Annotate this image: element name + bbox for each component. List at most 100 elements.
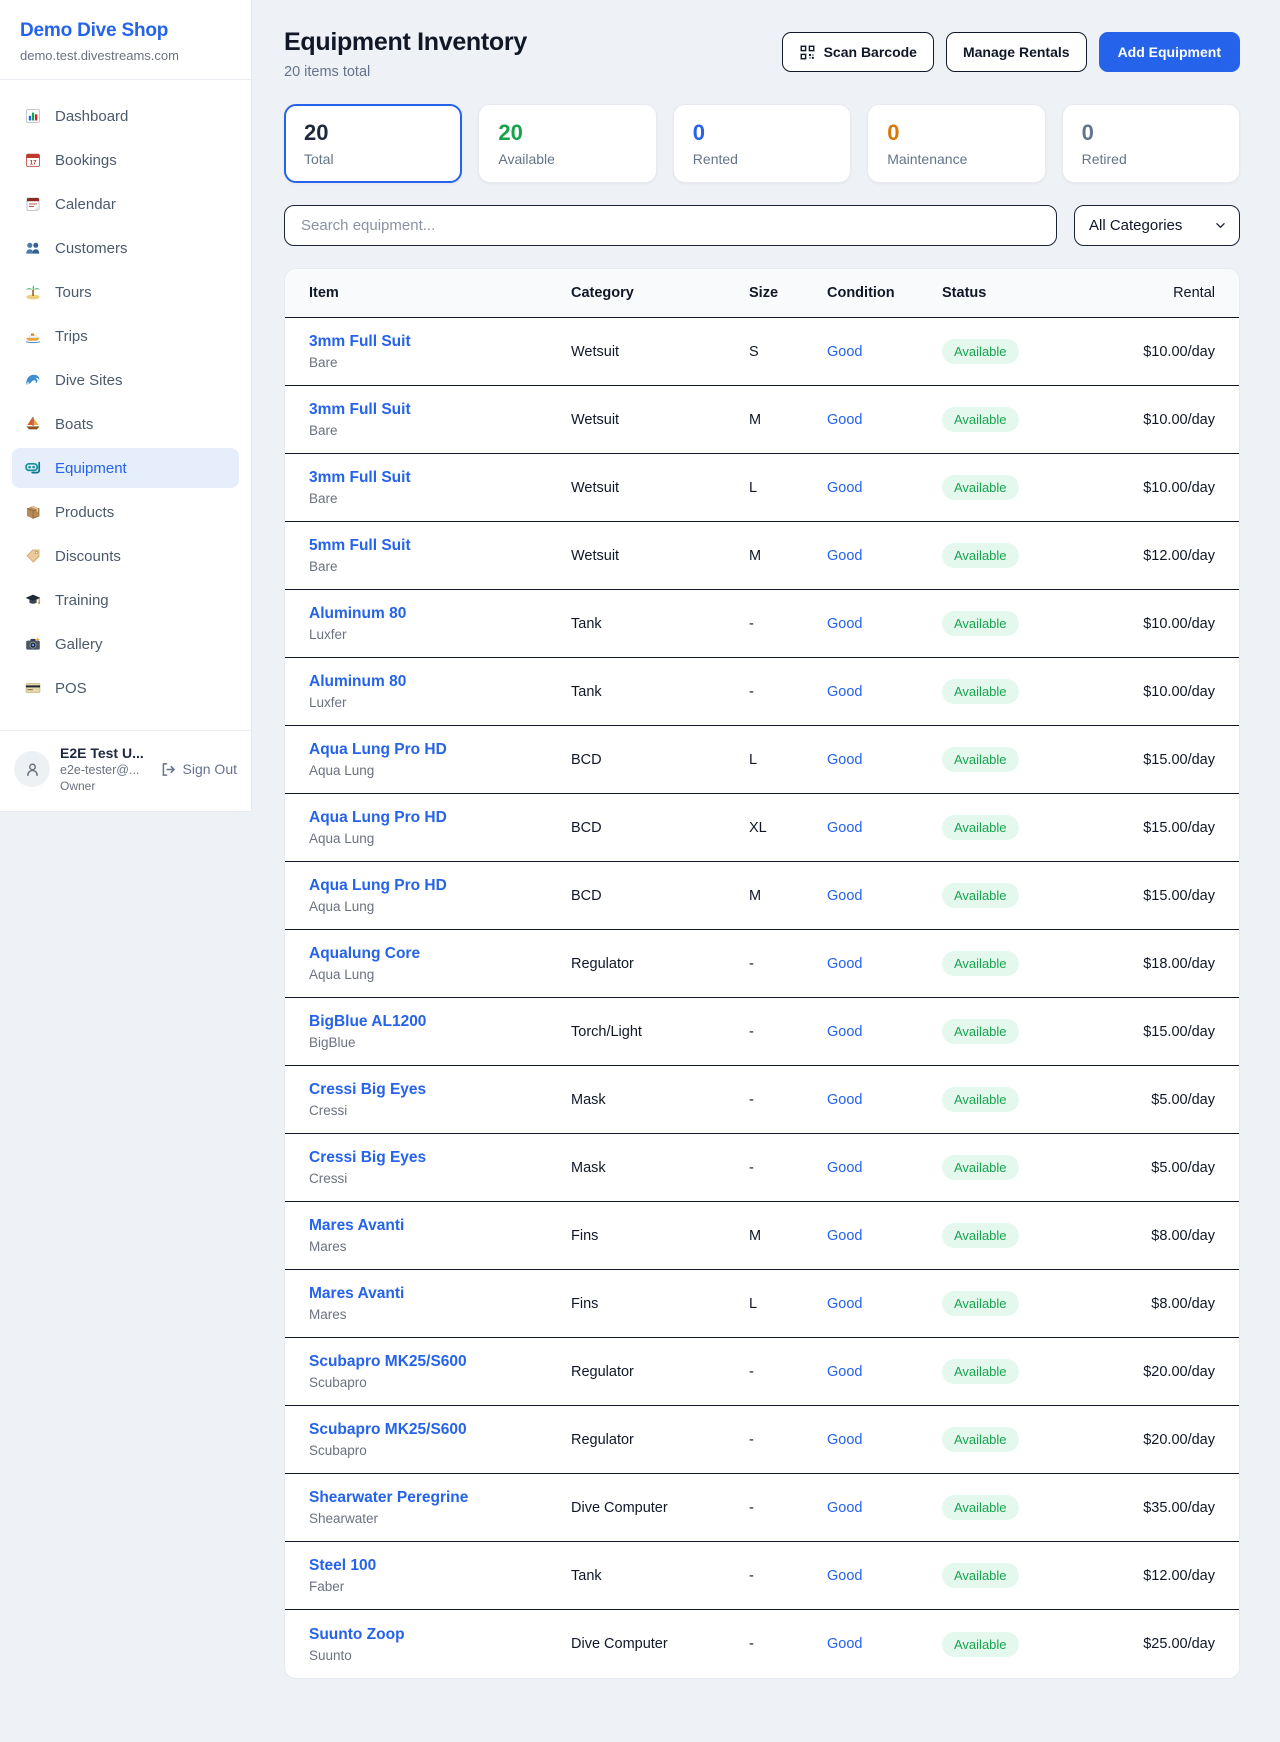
condition-link[interactable]: Good (827, 820, 942, 836)
item-name-link[interactable]: 3mm Full Suit (309, 469, 571, 487)
item-brand: Aqua Lung (309, 899, 571, 914)
item-name-link[interactable]: Scubapro MK25/S600 (309, 1353, 571, 1371)
condition-link[interactable]: Good (827, 548, 942, 564)
manage-rentals-button[interactable]: Manage Rentals (946, 32, 1087, 72)
stat-label: Available (498, 151, 636, 167)
condition-link[interactable]: Good (827, 412, 942, 428)
status-badge: Available (942, 543, 1019, 568)
item-cell: Cressi Big EyesCressi (309, 1081, 571, 1118)
condition-link[interactable]: Good (827, 1228, 942, 1244)
sidebar-item-discounts[interactable]: Discounts (12, 536, 239, 576)
scan-barcode-button[interactable]: Scan Barcode (782, 32, 934, 72)
sidebar-item-calendar[interactable]: Calendar (12, 184, 239, 224)
condition-link[interactable]: Good (827, 1636, 942, 1652)
item-cell: Mares AvantiMares (309, 1217, 571, 1254)
sidebar-item-equipment[interactable]: Equipment (12, 448, 239, 488)
condition-link[interactable]: Good (827, 956, 942, 972)
category-select[interactable]: All Categories (1074, 205, 1240, 246)
item-brand: Luxfer (309, 627, 571, 642)
item-name-link[interactable]: Aqua Lung Pro HD (309, 809, 571, 827)
sidebar-item-customers[interactable]: Customers (12, 228, 239, 268)
item-name-link[interactable]: Mares Avanti (309, 1217, 571, 1235)
stat-card-available[interactable]: 20Available (478, 104, 656, 183)
status-badge: Available (942, 339, 1019, 364)
item-name-link[interactable]: Aqua Lung Pro HD (309, 741, 571, 759)
item-name-link[interactable]: Shearwater Peregrine (309, 1489, 571, 1507)
sidebar-item-pos[interactable]: POS (12, 668, 239, 708)
condition-link[interactable]: Good (827, 1296, 942, 1312)
add-equipment-button[interactable]: Add Equipment (1099, 32, 1240, 72)
dive-mask-icon (24, 459, 42, 477)
table-row: Mares AvantiMaresFinsLGoodAvailable$8.00… (285, 1270, 1239, 1338)
condition-link[interactable]: Good (827, 1432, 942, 1448)
item-brand: Scubapro (309, 1443, 571, 1458)
condition-link[interactable]: Good (827, 684, 942, 700)
sidebar-item-trips[interactable]: Trips (12, 316, 239, 356)
condition-link[interactable]: Good (827, 616, 942, 632)
item-name-link[interactable]: Cressi Big Eyes (309, 1081, 571, 1099)
item-name-link[interactable]: Suunto Zoop (309, 1626, 571, 1644)
category-cell: BCD (571, 752, 749, 768)
size-cell: L (749, 480, 827, 496)
stat-card-total[interactable]: 20Total (284, 104, 462, 183)
size-cell: - (749, 1568, 827, 1584)
sidebar-item-bookings[interactable]: 17Bookings (12, 140, 239, 180)
condition-link[interactable]: Good (827, 1500, 942, 1516)
sidebar-item-dive-sites[interactable]: Dive Sites (12, 360, 239, 400)
search-input[interactable] (284, 205, 1057, 246)
item-name-link[interactable]: Cressi Big Eyes (309, 1149, 571, 1167)
sidebar-item-products[interactable]: Products (12, 492, 239, 532)
item-cell: Shearwater PeregrineShearwater (309, 1489, 571, 1526)
status-cell: Available (942, 815, 1092, 840)
sidebar-item-gallery[interactable]: Gallery (12, 624, 239, 664)
item-name-link[interactable]: Steel 100 (309, 1557, 571, 1575)
condition-link[interactable]: Good (827, 344, 942, 360)
item-brand: Mares (309, 1307, 571, 1322)
stat-card-retired[interactable]: 0Retired (1062, 104, 1240, 183)
condition-link[interactable]: Good (827, 480, 942, 496)
sidebar-item-tours[interactable]: Tours (12, 272, 239, 312)
status-cell: Available (942, 883, 1092, 908)
sign-out-button[interactable]: Sign Out (160, 761, 237, 778)
condition-link[interactable]: Good (827, 1024, 942, 1040)
category-cell: Mask (571, 1160, 749, 1176)
item-name-link[interactable]: 3mm Full Suit (309, 401, 571, 419)
condition-link[interactable]: Good (827, 888, 942, 904)
item-name-link[interactable]: Mares Avanti (309, 1285, 571, 1303)
item-name-link[interactable]: BigBlue AL1200 (309, 1013, 571, 1031)
tag-icon (24, 547, 42, 565)
size-cell: - (749, 1160, 827, 1176)
item-name-link[interactable]: Aluminum 80 (309, 605, 571, 623)
sidebar-item-training[interactable]: Training (12, 580, 239, 620)
item-name-link[interactable]: 3mm Full Suit (309, 333, 571, 351)
stat-card-rented[interactable]: 0Rented (673, 104, 851, 183)
item-name-link[interactable]: Scubapro MK25/S600 (309, 1421, 571, 1439)
condition-link[interactable]: Good (827, 752, 942, 768)
item-brand: Suunto (309, 1648, 571, 1663)
item-name-link[interactable]: Aqua Lung Pro HD (309, 877, 571, 895)
condition-link[interactable]: Good (827, 1160, 942, 1176)
condition-link[interactable]: Good (827, 1568, 942, 1584)
condition-link[interactable]: Good (827, 1364, 942, 1380)
sidebar-item-dashboard[interactable]: Dashboard (12, 96, 239, 136)
category-cell: Regulator (571, 1432, 749, 1448)
sailboat-icon (24, 415, 42, 433)
status-badge: Available (942, 1087, 1019, 1112)
sidebar-item-boats[interactable]: Boats (12, 404, 239, 444)
table-body: 3mm Full SuitBareWetsuitSGoodAvailable$1… (285, 318, 1239, 1678)
status-badge: Available (942, 1495, 1019, 1520)
item-name-link[interactable]: 5mm Full Suit (309, 537, 571, 555)
sidebar: Demo Dive Shop demo.test.divestreams.com… (0, 0, 252, 812)
stat-card-maintenance[interactable]: 0Maintenance (867, 104, 1045, 183)
status-cell: Available (942, 951, 1092, 976)
rental-cell: $35.00/day (1092, 1500, 1215, 1516)
item-cell: 3mm Full SuitBare (309, 401, 571, 438)
item-cell: 3mm Full SuitBare (309, 333, 571, 370)
table-row: 3mm Full SuitBareWetsuitLGoodAvailable$1… (285, 454, 1239, 522)
item-name-link[interactable]: Aluminum 80 (309, 673, 571, 691)
status-badge: Available (942, 475, 1019, 500)
main-content: Equipment Inventory 20 items total Scan … (252, 0, 1280, 1679)
condition-link[interactable]: Good (827, 1092, 942, 1108)
item-name-link[interactable]: Aqualung Core (309, 945, 571, 963)
column-header-category: Category (571, 285, 749, 301)
